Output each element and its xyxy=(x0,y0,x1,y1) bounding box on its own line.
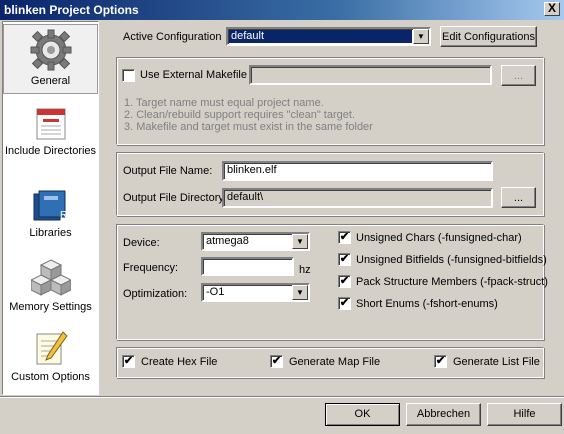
device-label: Device: xyxy=(123,237,160,249)
sidebar-item-custom-options[interactable]: Custom Options xyxy=(3,328,98,394)
generate-map-file-checkbox[interactable]: ✔ xyxy=(270,355,283,368)
use-external-makefile-label: Use External Makefile xyxy=(140,69,247,81)
active-configuration-value: default xyxy=(229,30,412,43)
close-button[interactable]: X xyxy=(544,2,560,16)
ok-button[interactable]: OK xyxy=(325,403,400,426)
frequency-label: Frequency: xyxy=(123,262,179,274)
makefile-note: 3. Makefile and target must exist in the… xyxy=(124,121,373,133)
chevron-down-icon[interactable]: ▼ xyxy=(413,29,429,44)
edit-configurations-button[interactable]: Edit Configurations xyxy=(440,26,537,47)
unsigned-chars-checkbox[interactable]: ✔ xyxy=(338,231,351,244)
chevron-down-icon[interactable]: ▼ xyxy=(292,285,308,300)
active-configuration-label: Active Configuration xyxy=(123,31,222,43)
include-directories-icon xyxy=(36,108,65,140)
device-value: atmega8 xyxy=(206,235,249,247)
sidebar-item-label: Include Directories xyxy=(4,145,97,157)
output-file-name-label: Output File Name: xyxy=(123,165,213,177)
frequency-unit: hz xyxy=(299,264,311,276)
makefile-note: 1. Target name must equal project name. xyxy=(124,97,324,109)
unsigned-chars-label: Unsigned Chars (-funsigned-char) xyxy=(356,232,522,244)
sidebar-item-label: General xyxy=(30,75,71,87)
device-select[interactable]: atmega8 ▼ xyxy=(201,232,310,251)
svg-text:R: R xyxy=(60,210,67,221)
frequency-field[interactable] xyxy=(201,257,294,276)
use-external-makefile-checkbox[interactable] xyxy=(122,69,135,82)
close-icon: X xyxy=(547,1,556,15)
generate-list-file-label: Generate List File xyxy=(453,356,540,368)
footer-separator xyxy=(0,396,564,398)
custom-options-icon xyxy=(36,331,68,365)
memory-settings-icon xyxy=(29,259,72,296)
sidebar-item-label: Memory Settings xyxy=(9,301,92,313)
output-directory-browse-button[interactable]: ... xyxy=(501,187,536,208)
makefile-note: 2. Clean/rebuild support requires "clean… xyxy=(124,109,355,121)
create-hex-file-label: Create Hex File xyxy=(141,356,218,368)
optimization-select[interactable]: -O1 ▼ xyxy=(201,283,310,302)
pack-structure-members-label: Pack Structure Members (-fpack-struct) xyxy=(356,276,548,288)
create-hex-file-checkbox[interactable]: ✔ xyxy=(122,355,135,368)
optimization-label: Optimization: xyxy=(123,288,188,300)
active-configuration-select[interactable]: default ▼ xyxy=(226,27,431,46)
pack-structure-members-checkbox[interactable]: ✔ xyxy=(338,275,351,288)
chevron-down-icon[interactable]: ▼ xyxy=(292,234,308,249)
libraries-icon: R xyxy=(33,190,67,221)
sidebar-item-label: Custom Options xyxy=(11,371,90,383)
sidebar: General Include Directories R Libraries xyxy=(2,21,99,395)
sidebar-item-libraries[interactable]: R Libraries xyxy=(3,186,98,248)
help-button[interactable]: Hilfe xyxy=(487,403,562,426)
output-file-name-field[interactable]: blinken.elf xyxy=(222,161,493,181)
cancel-button[interactable]: Abbrechen xyxy=(406,403,481,426)
window-title: blinken Project Options xyxy=(4,3,139,17)
output-file-directory-field[interactable]: default\ xyxy=(222,188,493,208)
short-enums-checkbox[interactable]: ✔ xyxy=(338,297,351,310)
optimization-value: -O1 xyxy=(206,286,225,298)
generate-list-file-checkbox[interactable]: ✔ xyxy=(434,355,447,368)
makefile-path-field[interactable] xyxy=(249,65,492,85)
short-enums-label: Short Enums (-fshort-enums) xyxy=(356,298,498,310)
sidebar-item-label: Libraries xyxy=(29,227,72,239)
generate-map-file-label: Generate Map File xyxy=(289,356,381,368)
makefile-browse-button[interactable]: ... xyxy=(501,65,536,86)
gear-icon xyxy=(30,29,71,71)
title-bar[interactable]: blinken Project Options xyxy=(0,0,564,20)
sidebar-item-general[interactable]: General xyxy=(3,24,98,94)
sidebar-item-memory-settings[interactable]: Memory Settings xyxy=(3,256,98,320)
sidebar-item-include-directories[interactable]: Include Directories xyxy=(3,104,98,174)
output-file-directory-label: Output File Directory: xyxy=(123,192,227,204)
unsigned-bitfields-label: Unsigned Bitfields (-funsigned-bitfields… xyxy=(356,254,547,266)
unsigned-bitfields-checkbox[interactable]: ✔ xyxy=(338,253,351,266)
